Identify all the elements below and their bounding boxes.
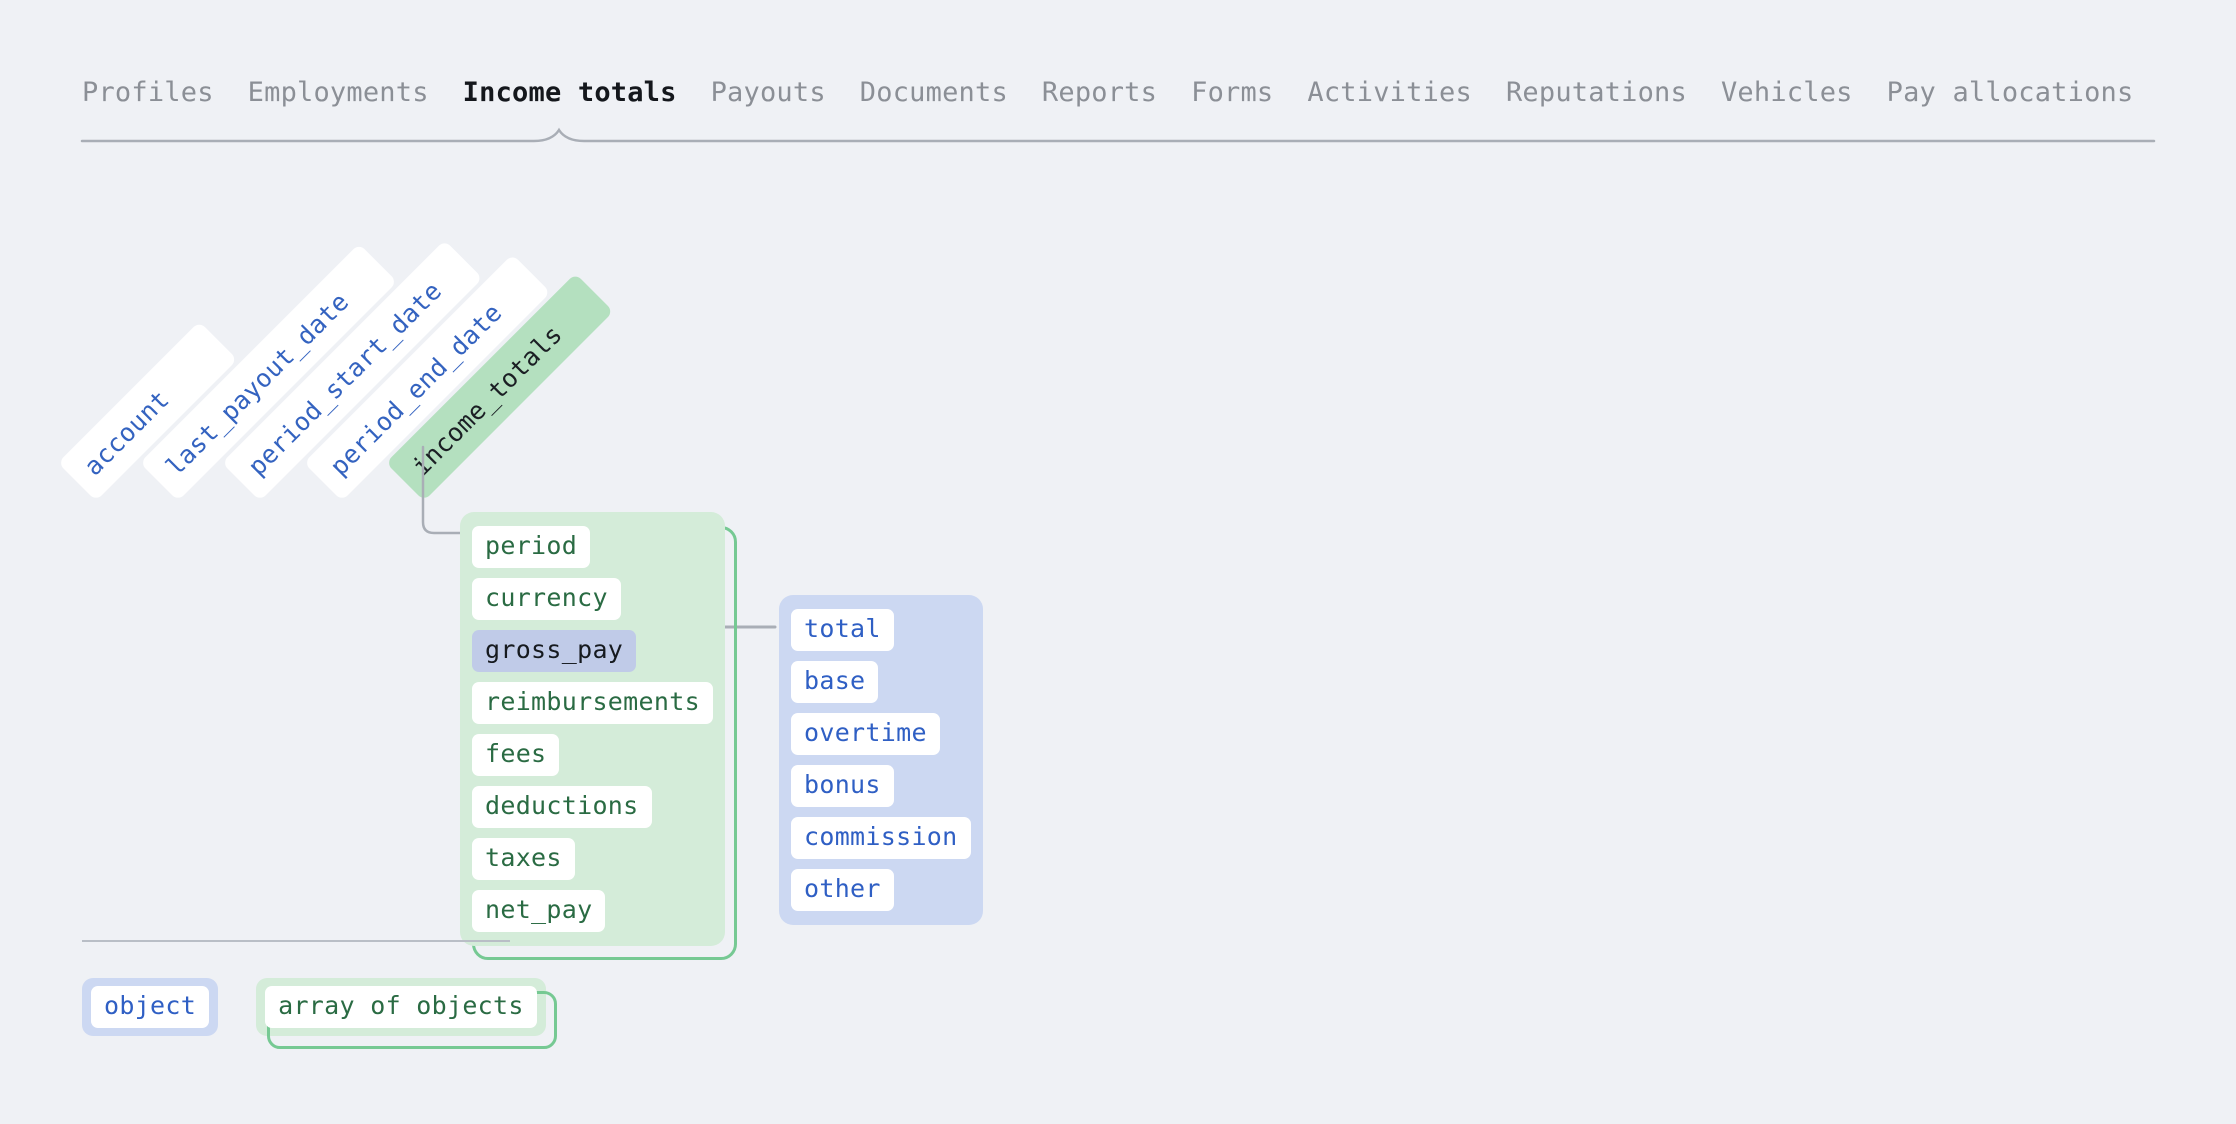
field-taxes[interactable]: taxes <box>472 838 575 880</box>
legend-item-object: object <box>82 978 218 1036</box>
tab-documents[interactable]: Documents <box>860 72 1008 114</box>
tab-profiles[interactable]: Profiles <box>82 72 214 114</box>
tab-forms[interactable]: Forms <box>1191 72 1273 114</box>
tab-activities[interactable]: Activities <box>1307 72 1472 114</box>
field-bonus[interactable]: bonus <box>791 765 894 807</box>
tab-reputations[interactable]: Reputations <box>1506 72 1687 114</box>
field-gross-pay[interactable]: gross_pay <box>472 630 636 672</box>
tab-vehicles[interactable]: Vehicles <box>1721 72 1853 114</box>
field-period[interactable]: period <box>472 526 590 568</box>
tab-underline <box>82 124 2154 146</box>
panel-gross-pay-fields: total base overtime bonus commission other <box>779 595 983 925</box>
tab-reports[interactable]: Reports <box>1042 72 1157 114</box>
tab-payouts[interactable]: Payouts <box>711 72 826 114</box>
panel-income-totals: period currency gross_pay reimbursements fee… <box>460 512 725 946</box>
field-overtime[interactable]: overtime <box>791 713 940 755</box>
legend-divider <box>82 940 510 942</box>
legend-items: object array of objects <box>82 978 682 1036</box>
field-base[interactable]: base <box>791 661 878 703</box>
tab-income-totals[interactable]: Income totals <box>463 72 677 114</box>
tab-pay-allocations[interactable]: Pay allocations <box>1887 72 2134 114</box>
field-net-pay[interactable]: net_pay <box>472 890 605 932</box>
panel-income-totals-fields: period currency gross_pay reimbursements fee… <box>460 512 725 946</box>
column-header-income-totals[interactable]: income_totals <box>424 447 692 501</box>
tab-bar: Profiles Employments Income totals Payouts D… <box>82 72 2154 132</box>
field-total[interactable]: total <box>791 609 894 651</box>
legend-label: array of objects <box>265 986 537 1028</box>
legend-swatch: object <box>82 978 218 1036</box>
field-deductions[interactable]: deductions <box>472 786 652 828</box>
legend-item-array: array of objects <box>256 978 546 1036</box>
legend: object array of objects <box>82 940 682 1036</box>
legend-label: object <box>91 986 209 1028</box>
tab-list: Profiles Employments Income totals Payouts D… <box>82 72 2154 114</box>
panel-gross-pay: total base overtime bonus commission other <box>779 595 983 925</box>
field-currency[interactable]: currency <box>472 578 621 620</box>
tab-employments[interactable]: Employments <box>248 72 429 114</box>
field-other[interactable]: other <box>791 869 894 911</box>
legend-swatch: array of objects <box>256 978 546 1036</box>
field-commission[interactable]: commission <box>791 817 971 859</box>
tab-underline-path <box>82 130 2154 141</box>
field-reimbursements[interactable]: reimbursements <box>472 682 713 724</box>
field-fees[interactable]: fees <box>472 734 559 776</box>
